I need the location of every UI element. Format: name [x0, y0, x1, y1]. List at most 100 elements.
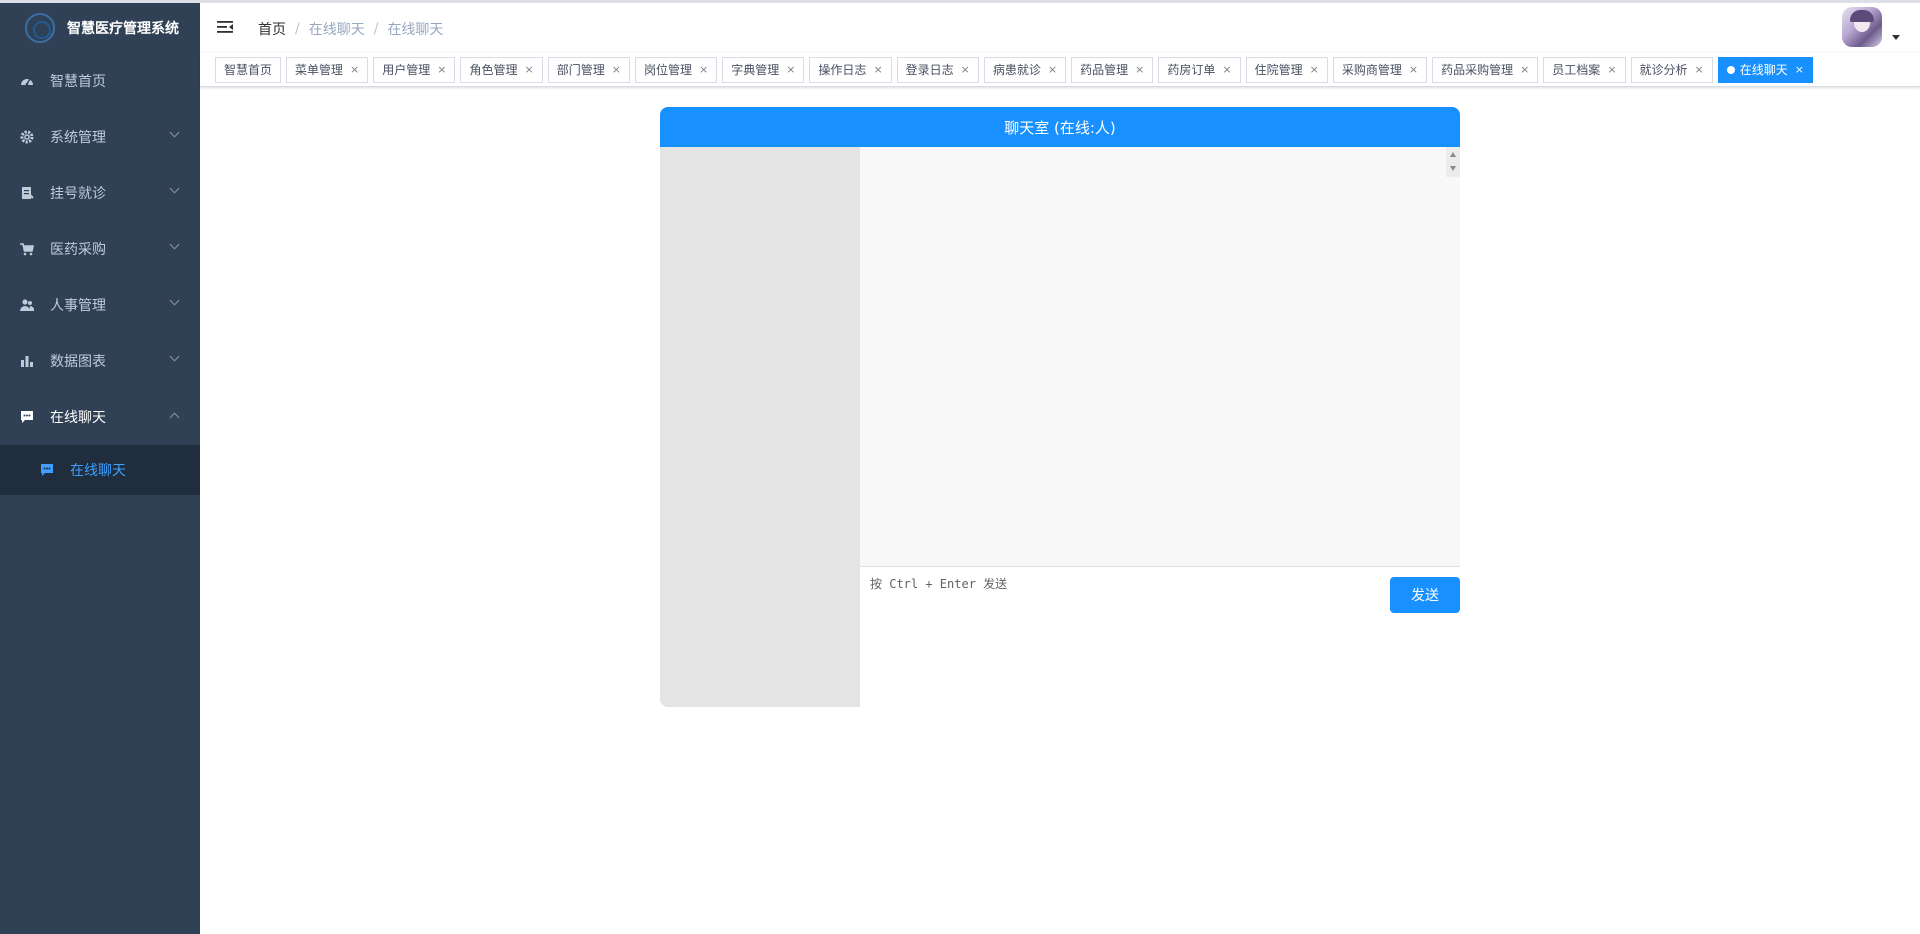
sidebar-item-system[interactable]: 系统管理 [0, 109, 200, 165]
close-icon[interactable]: × [1520, 63, 1529, 76]
scroll-down-arrow-icon[interactable] [1450, 166, 1456, 171]
navbar: 首页 / 在线聊天 / 在线聊天 [200, 3, 1920, 53]
tag-label: 登录日志 [905, 63, 954, 77]
tag-label: 智慧首页 [224, 63, 273, 77]
menu-toggle-icon[interactable] [216, 18, 234, 36]
sidebar-item-registration[interactable]: 挂号就诊 [0, 165, 200, 221]
close-icon[interactable]: × [1048, 63, 1057, 76]
bar-chart-icon [20, 354, 34, 368]
close-icon[interactable]: × [1135, 63, 1144, 76]
chat-room-title: 聊天室 (在线:人) [660, 107, 1460, 147]
logo[interactable]: 智慧医疗管理系统 [0, 3, 200, 53]
close-icon[interactable]: × [1409, 63, 1418, 76]
send-button[interactable]: 发送 [1390, 577, 1460, 613]
tag-inpatient-management[interactable]: 住院管理 × [1245, 56, 1328, 83]
close-icon[interactable]: × [1695, 63, 1704, 76]
people-icon [20, 298, 34, 312]
tag-drug-purchase-management[interactable]: 药品采购管理 × [1432, 56, 1539, 83]
submenu-item-online-chat[interactable]: 在线聊天 [0, 445, 200, 495]
chevron-up-icon [169, 412, 180, 423]
chat-icon [40, 463, 54, 477]
chevron-down-icon [169, 351, 180, 362]
sidebar-item-home[interactable]: 智慧首页 [0, 53, 200, 109]
tag-label: 用户管理 [382, 63, 431, 77]
close-icon[interactable]: × [1222, 63, 1231, 76]
tag-employee-records[interactable]: 员工档案 × [1543, 56, 1626, 83]
sidebar-item-label: 在线聊天 [50, 410, 106, 426]
tags-view: 智慧首页 菜单管理 × 用户管理 × 角色管理 × 部门管理 × 岗位管理 × 字典管理 ×… [200, 53, 1920, 87]
sidebar-item-hr[interactable]: 人事管理 [0, 277, 200, 333]
chat-room: 聊天室 (在线:人) 发送 [660, 107, 1460, 707]
register-icon [20, 186, 34, 200]
tag-label: 角色管理 [469, 63, 518, 77]
tag-operation-log[interactable]: 操作日志 × [809, 56, 892, 83]
sidebar-item-label: 系统管理 [50, 130, 106, 146]
cart-icon [20, 242, 34, 256]
tag-label: 药品管理 [1080, 63, 1129, 77]
close-icon[interactable]: × [612, 63, 621, 76]
chevron-down-icon [169, 239, 180, 250]
tag-dept-management[interactable]: 部门管理 × [547, 56, 630, 83]
active-dot-icon [1726, 65, 1735, 74]
sidebar: 智慧医疗管理系统 智慧首页 系统管理 挂号就诊 医药采购 人事管理 数据图表 在… [0, 3, 200, 934]
tag-online-chat[interactable]: 在线聊天 × [1717, 56, 1813, 83]
tag-label: 部门管理 [556, 63, 605, 77]
tag-drug-management[interactable]: 药品管理 × [1071, 56, 1154, 83]
close-icon[interactable]: × [350, 63, 359, 76]
tag-user-management[interactable]: 用户管理 × [373, 56, 456, 83]
tag-label: 员工档案 [1552, 63, 1601, 77]
message-input-area: 发送 [860, 567, 1460, 707]
tag-role-management[interactable]: 角色管理 × [460, 56, 543, 83]
sidebar-item-label: 挂号就诊 [50, 186, 106, 202]
sidebar-item-label: 智慧首页 [50, 74, 106, 90]
sidebar-item-label: 数据图表 [50, 354, 106, 370]
gear-icon [20, 130, 34, 144]
close-icon[interactable]: × [1310, 63, 1319, 76]
tag-label: 在线聊天 [1739, 63, 1788, 77]
message-list[interactable] [860, 147, 1460, 567]
chat-icon [20, 410, 34, 424]
close-icon[interactable]: × [1795, 63, 1804, 76]
tag-label: 药房订单 [1167, 63, 1216, 77]
tag-home[interactable]: 智慧首页 [215, 56, 282, 83]
close-icon[interactable]: × [437, 63, 446, 76]
tag-label: 住院管理 [1254, 63, 1303, 77]
tag-label: 岗位管理 [643, 63, 692, 77]
tag-patient-visit[interactable]: 病患就诊 × [983, 56, 1067, 83]
close-icon[interactable]: × [699, 63, 708, 76]
logo-icon [25, 13, 55, 43]
tag-label: 字典管理 [731, 63, 780, 77]
tag-supplier-management[interactable]: 采购商管理 × [1332, 56, 1428, 83]
tag-login-log[interactable]: 登录日志 × [896, 56, 979, 83]
close-icon[interactable]: × [961, 63, 970, 76]
tag-label: 操作日志 [818, 63, 867, 77]
breadcrumb-home[interactable]: 首页 [258, 19, 286, 39]
avatar[interactable] [1842, 7, 1882, 47]
chevron-down-icon [169, 295, 180, 306]
message-input[interactable] [860, 567, 1380, 707]
close-icon[interactable]: × [786, 63, 795, 76]
scroll-up-arrow-icon[interactable] [1450, 152, 1456, 157]
tag-dict-management[interactable]: 字典管理 × [722, 56, 805, 83]
tag-pharmacy-orders[interactable]: 药房订单 × [1158, 56, 1241, 83]
sidebar-item-charts[interactable]: 数据图表 [0, 333, 200, 389]
close-icon[interactable]: × [1607, 63, 1616, 76]
close-icon[interactable]: × [525, 63, 534, 76]
tag-visit-analysis[interactable]: 就诊分析 × [1630, 56, 1713, 83]
close-icon[interactable]: × [873, 63, 882, 76]
tag-menu-management[interactable]: 菜单管理 × [286, 56, 369, 83]
tag-label: 药品采购管理 [1441, 63, 1514, 77]
online-user-list[interactable] [660, 147, 860, 707]
breadcrumb-item: 在线聊天 [308, 22, 365, 38]
scrollbar[interactable] [1446, 147, 1460, 177]
sidebar-item-chat[interactable]: 在线聊天 [0, 389, 200, 445]
caret-down-icon[interactable] [1892, 35, 1900, 40]
tag-post-management[interactable]: 岗位管理 × [634, 56, 718, 83]
chevron-down-icon [169, 183, 180, 194]
sidebar-item-purchase[interactable]: 医药采购 [0, 221, 200, 277]
breadcrumb: 首页 / 在线聊天 / 在线聊天 [258, 19, 443, 39]
breadcrumb-separator: / [295, 21, 300, 37]
dashboard-icon [20, 74, 34, 88]
sidebar-item-label: 人事管理 [50, 298, 106, 314]
chat-body: 发送 [660, 147, 1460, 707]
